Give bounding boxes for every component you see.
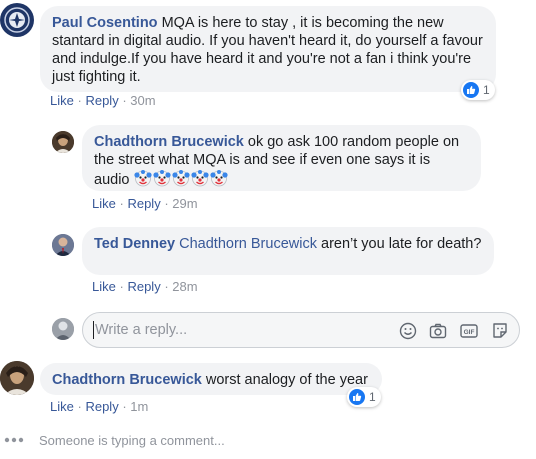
portrait-icon bbox=[52, 234, 74, 256]
camera-icon[interactable] bbox=[428, 321, 448, 341]
comment-text: aren’t you late for death? bbox=[321, 236, 482, 252]
comment-timestamp[interactable]: 30m bbox=[130, 93, 155, 108]
portrait-icon bbox=[0, 361, 34, 395]
comment-actions: Like · Reply · 29m bbox=[92, 196, 198, 211]
comment-author[interactable]: Ted Denney bbox=[94, 236, 175, 252]
reaction-badge[interactable]: 1 bbox=[461, 80, 495, 100]
like-link[interactable]: Like bbox=[92, 196, 116, 211]
thumbs-up-icon bbox=[349, 389, 365, 405]
comment-text: worst analogy of the year bbox=[205, 372, 368, 388]
comment-author[interactable]: Chadthorn Brucewick bbox=[52, 372, 202, 388]
clown-face-icon bbox=[190, 170, 209, 187]
avatar-chadthorn-brucewick[interactable] bbox=[52, 131, 74, 153]
gif-icon[interactable]: GIF bbox=[459, 321, 479, 341]
avatar-chadthorn-brucewick[interactable] bbox=[0, 361, 34, 395]
comment-timestamp[interactable]: 28m bbox=[172, 279, 197, 294]
clown-face-icon bbox=[209, 170, 228, 187]
typing-dots-icon bbox=[4, 437, 24, 443]
reaction-count: 1 bbox=[483, 83, 490, 97]
reaction-badge[interactable]: 1 bbox=[347, 387, 381, 407]
comment-bubble: Chadthorn Brucewick worst analogy of the… bbox=[40, 363, 382, 395]
comment-timestamp[interactable]: 1m bbox=[130, 399, 148, 414]
portrait-icon bbox=[52, 318, 74, 340]
comment-actions: Like · Reply · 28m bbox=[92, 279, 198, 294]
svg-text:GIF: GIF bbox=[464, 329, 475, 336]
clown-emoji-row bbox=[133, 170, 229, 188]
clown-face-icon bbox=[133, 170, 152, 187]
text-caret bbox=[93, 321, 94, 339]
comment-author[interactable]: Paul Cosentino bbox=[52, 15, 158, 31]
clown-face-icon bbox=[171, 170, 190, 187]
comment-bubble: Paul Cosentino MQA is here to stay , it … bbox=[40, 6, 496, 92]
like-link[interactable]: Like bbox=[50, 93, 74, 108]
comment-bubble: Chadthorn Brucewick ok go ask 100 random… bbox=[82, 125, 481, 191]
reply-link[interactable]: Reply bbox=[127, 196, 160, 211]
like-link[interactable]: Like bbox=[92, 279, 116, 294]
thumbs-up-icon bbox=[463, 82, 479, 98]
comment-timestamp[interactable]: 29m bbox=[172, 196, 197, 211]
reply-link[interactable]: Reply bbox=[85, 93, 118, 108]
comment-author[interactable]: Chadthorn Brucewick bbox=[94, 134, 244, 150]
comment-actions: Like · Reply · 30m bbox=[50, 93, 156, 108]
tagged-user[interactable]: Chadthorn Brucewick bbox=[179, 236, 317, 252]
avatar-current-user bbox=[52, 318, 74, 340]
avatar-ted-denney[interactable] bbox=[52, 234, 74, 256]
portrait-icon bbox=[52, 131, 74, 153]
like-link[interactable]: Like bbox=[50, 399, 74, 414]
clown-face-icon bbox=[152, 170, 171, 187]
reply-input[interactable] bbox=[93, 321, 377, 339]
reply-composer[interactable]: GIF bbox=[82, 312, 520, 348]
comment-bubble: Ted Denney Chadthorn Brucewick aren’t yo… bbox=[82, 227, 494, 275]
avatar-paul-cosentino[interactable] bbox=[0, 3, 34, 37]
comment-actions: Like · Reply · 1m bbox=[50, 399, 149, 414]
reply-link[interactable]: Reply bbox=[85, 399, 118, 414]
emblem-icon bbox=[1, 4, 33, 36]
typing-indicator: Someone is typing a comment... bbox=[39, 433, 225, 448]
reply-link[interactable]: Reply bbox=[127, 279, 160, 294]
reaction-count: 1 bbox=[369, 390, 376, 404]
sticker-icon[interactable] bbox=[490, 321, 510, 341]
emoji-icon[interactable] bbox=[398, 321, 418, 341]
